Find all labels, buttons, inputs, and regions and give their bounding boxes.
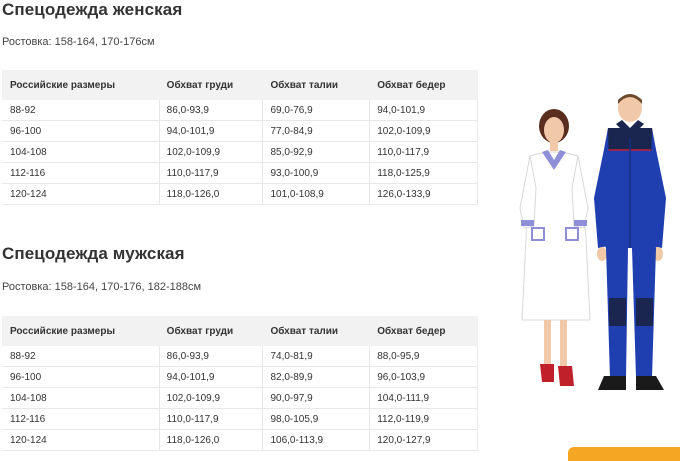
cell-chest: 86,0-93,9 xyxy=(159,345,264,367)
woman-figure xyxy=(519,109,591,386)
cell-size: 88-92 xyxy=(2,345,160,367)
height-range-men: Ростовка: 158-164, 170-176, 182-188см xyxy=(2,281,202,293)
cell-waist: 77,0-84,9 xyxy=(262,120,371,142)
table-row: 88-92 86,0-93,9 74,0-81,9 88,0-95,9 xyxy=(2,345,478,367)
cell-waist: 74,0-81,9 xyxy=(262,345,371,367)
cell-waist: 93,0-100,9 xyxy=(262,162,371,184)
column-header-waist: Обхват талии xyxy=(262,316,371,346)
column-header-hips: Обхват бедер xyxy=(369,316,478,346)
size-table-men: Российские размеры Обхват груди Обхват т… xyxy=(2,316,478,451)
cell-size: 120-124 xyxy=(2,429,160,451)
cell-hips: 88,0-95,9 xyxy=(369,345,478,367)
section-title-men: Спецодежда мужская xyxy=(2,244,185,263)
cell-hips: 96,0-103,9 xyxy=(369,366,478,388)
chat-widget-tab[interactable] xyxy=(568,447,680,461)
cell-chest: 94,0-101,9 xyxy=(159,366,264,388)
section-title-women: Спецодежда женская xyxy=(2,0,183,19)
cell-chest: 110,0-117,9 xyxy=(159,162,264,184)
cell-chest: 118,0-126,0 xyxy=(159,183,264,205)
column-header-hips: Обхват бедер xyxy=(369,70,478,100)
cell-waist: 69,0-76,9 xyxy=(262,99,371,121)
cell-waist: 106,0-113,9 xyxy=(262,429,371,451)
table-row: 96-100 94,0-101,9 82,0-89,9 96,0-103,9 xyxy=(2,366,478,388)
column-header-waist: Обхват талии xyxy=(262,70,371,100)
table-row: 120-124 118,0-126,0 106,0-113,9 120,0-12… xyxy=(2,429,478,451)
table-header-row: Российские размеры Обхват груди Обхват т… xyxy=(2,70,478,100)
table-row: 112-116 110,0-117,9 93,0-100,9 118,0-125… xyxy=(2,162,478,184)
cell-size: 112-116 xyxy=(2,162,160,184)
man-figure xyxy=(594,94,666,390)
size-table-women: Российские размеры Обхват груди Обхват т… xyxy=(2,70,478,205)
cell-hips: 120,0-127,9 xyxy=(369,429,478,451)
cell-size: 104-108 xyxy=(2,141,160,163)
column-header-size: Российские размеры xyxy=(2,316,160,346)
cell-chest: 86,0-93,9 xyxy=(159,99,264,121)
cell-chest: 118,0-126,0 xyxy=(159,429,264,451)
cell-chest: 102,0-109,9 xyxy=(159,141,264,163)
table-row: 104-108 102,0-109,9 85,0-92,9 110,0-117,… xyxy=(2,141,478,163)
cell-hips: 102,0-109,9 xyxy=(369,120,478,142)
cell-hips: 112,0-119,9 xyxy=(369,408,478,430)
cell-waist: 90,0-97,9 xyxy=(262,387,371,409)
column-header-size: Российские размеры xyxy=(2,70,160,100)
cell-chest: 94,0-101,9 xyxy=(159,120,264,142)
cell-waist: 101,0-108,9 xyxy=(262,183,371,205)
cell-waist: 82,0-89,9 xyxy=(262,366,371,388)
table-row: 88-92 86,0-93,9 69,0-76,9 94,0-101,9 xyxy=(2,99,478,121)
cell-size: 104-108 xyxy=(2,387,160,409)
column-header-chest: Обхват груди xyxy=(158,316,264,346)
cell-size: 96-100 xyxy=(2,366,160,388)
table-header-row: Российские размеры Обхват груди Обхват т… xyxy=(2,316,478,346)
table-row: 96-100 94,0-101,9 77,0-84,9 102,0-109,9 xyxy=(2,120,478,142)
cell-size: 96-100 xyxy=(2,120,160,142)
table-row: 120-124 118,0-126,0 101,0-108,9 126,0-13… xyxy=(2,183,478,205)
cell-waist: 85,0-92,9 xyxy=(262,141,371,163)
cell-size: 88-92 xyxy=(2,99,160,121)
cell-hips: 94,0-101,9 xyxy=(369,99,478,121)
table-row: 112-116 110,0-117,9 98,0-105,9 112,0-119… xyxy=(2,408,478,430)
height-range-women: Ростовка: 158-164, 170-176см xyxy=(2,36,155,48)
cell-chest: 102,0-109,9 xyxy=(159,387,264,409)
cell-waist: 98,0-105,9 xyxy=(262,408,371,430)
cell-size: 112-116 xyxy=(2,408,160,430)
table-row: 104-108 102,0-109,9 90,0-97,9 104,0-111,… xyxy=(2,387,478,409)
cell-hips: 110,0-117,9 xyxy=(369,141,478,163)
cell-size: 120-124 xyxy=(2,183,160,205)
cell-hips: 104,0-111,9 xyxy=(369,387,478,409)
cell-chest: 110,0-117,9 xyxy=(159,408,264,430)
column-header-chest: Обхват груди xyxy=(158,70,264,100)
cell-hips: 126,0-133,9 xyxy=(369,183,478,205)
cell-hips: 118,0-125,9 xyxy=(369,162,478,184)
workwear-models-image xyxy=(519,94,666,390)
